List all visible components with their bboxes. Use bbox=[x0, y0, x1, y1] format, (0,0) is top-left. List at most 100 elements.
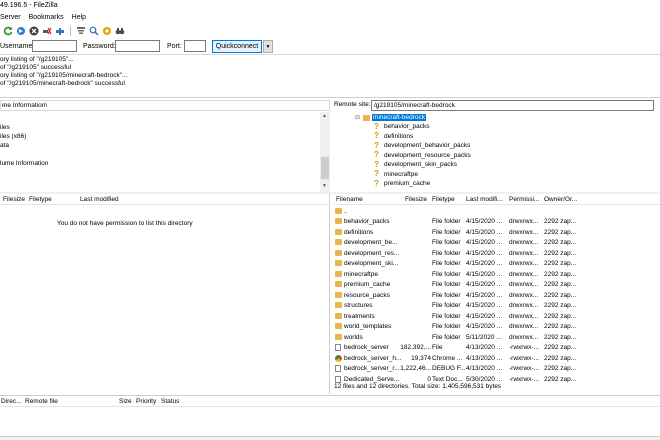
remote-tree-item[interactable]: ? premium_cache bbox=[374, 179, 430, 188]
port-input[interactable] bbox=[184, 40, 206, 52]
table-row[interactable]: development_be... File folder 4/15/2020 ..… bbox=[333, 238, 660, 249]
folder-icon bbox=[335, 302, 342, 308]
table-row[interactable]: bedrock_server_r... 1,222,46... DEBUG F...… bbox=[333, 364, 660, 375]
cell-type: File folder bbox=[432, 291, 461, 299]
column-direction[interactable]: Direc... bbox=[1, 398, 22, 405]
remote-tree-item[interactable]: ? development_resource_packs bbox=[374, 151, 471, 160]
local-site-path[interactable]: me Information\ ⌄ bbox=[0, 100, 330, 111]
local-tree-item[interactable]: lume Information bbox=[0, 160, 48, 167]
cell-owner: 2292 zap... bbox=[544, 365, 577, 372]
scroll-down-icon[interactable]: ▼ bbox=[322, 183, 327, 189]
column-filesize[interactable]: Filesize bbox=[405, 196, 427, 203]
local-tree: iles iles (x86) ata lume Information bbox=[0, 112, 330, 192]
column-remote-file[interactable]: Remote file bbox=[25, 398, 58, 405]
cell-owner: 2292 zap... bbox=[544, 239, 577, 246]
reconnect-icon[interactable] bbox=[55, 26, 65, 36]
cell-type: File folder bbox=[432, 270, 461, 278]
cell-modified: 4/15/2020 ... bbox=[466, 291, 503, 299]
table-row[interactable]: minecraftpe File folder 4/15/2020 ... drwxr… bbox=[333, 269, 660, 280]
disconnect-icon[interactable] bbox=[42, 26, 52, 36]
column-priority[interactable]: Priority bbox=[136, 398, 156, 405]
binoculars-icon[interactable] bbox=[115, 26, 125, 36]
scrollbar-thumb[interactable] bbox=[321, 157, 329, 179]
local-tree-item[interactable]: iles (x86) bbox=[0, 133, 26, 140]
folder-icon bbox=[335, 249, 342, 256]
column-permissions[interactable]: Permissi... bbox=[509, 196, 539, 203]
compare-icon[interactable] bbox=[102, 26, 112, 36]
cell-owner: 2292 zap... bbox=[544, 249, 577, 257]
column-owner-group[interactable]: Owner/Gr... bbox=[544, 196, 577, 203]
cell-perm: -rwxrwx-... bbox=[509, 354, 539, 362]
cancel-icon[interactable] bbox=[29, 26, 39, 36]
table-row[interactable]: world_templates File folder 4/15/2020 ... d… bbox=[333, 322, 660, 333]
table-row[interactable]: bedrock_server_h... 19,374 Chrome ... 4/13/… bbox=[333, 353, 660, 364]
column-filesize[interactable]: Filesize bbox=[3, 196, 25, 203]
folder-icon bbox=[335, 270, 342, 277]
table-row[interactable]: development_res... File folder 4/15/2020 .… bbox=[333, 248, 660, 259]
table-row[interactable]: treatments File folder 4/15/2020 ... drwxrw… bbox=[333, 311, 660, 322]
table-row[interactable]: development_ski... File folder 4/15/2020 .… bbox=[333, 259, 660, 270]
folder-icon bbox=[335, 239, 342, 245]
chevron-down-icon[interactable]: ⌄ bbox=[2, 102, 327, 108]
collapse-icon[interactable]: ⊟ bbox=[355, 114, 360, 121]
log-line: of "/g219105/minecraft-bedrock" successf… bbox=[0, 80, 125, 87]
remote-tree-item[interactable]: ? development_behavior_packs bbox=[374, 141, 470, 150]
cell-owner: 2292 zap... bbox=[544, 260, 577, 267]
menu-help[interactable]: Help bbox=[72, 14, 86, 21]
cell-perm: drwxrwx... bbox=[509, 291, 539, 299]
cell-modified: 4/15/2020 ... bbox=[466, 302, 503, 309]
column-filename[interactable]: Filename bbox=[336, 196, 363, 203]
refresh-icon[interactable] bbox=[3, 26, 13, 36]
cell-perm: drwxrwx... bbox=[509, 218, 539, 225]
cell-owner: 2292 zap... bbox=[544, 302, 577, 309]
table-row[interactable]: .. bbox=[333, 206, 660, 217]
remote-tree-item[interactable]: ? development_skin_packs bbox=[374, 160, 457, 169]
remote-tree-item-label: minecraftpe bbox=[384, 170, 418, 178]
quickconnect-dropdown[interactable]: ▼ bbox=[263, 40, 273, 53]
table-row[interactable]: worlds File folder 5/11/2020 ... drwxrwx...… bbox=[333, 332, 660, 343]
column-size[interactable]: Size bbox=[119, 398, 132, 405]
remote-tree-item[interactable]: ? definitions bbox=[374, 132, 413, 141]
column-last-modified[interactable]: Last modified bbox=[80, 196, 119, 203]
column-last-modified[interactable]: Last modifi... bbox=[466, 196, 503, 203]
username-input[interactable] bbox=[32, 40, 77, 52]
cell-perm: -rwxrwx-... bbox=[509, 344, 539, 351]
menu-server[interactable]: Server bbox=[0, 14, 21, 21]
column-status[interactable]: Status bbox=[161, 398, 179, 405]
table-row[interactable]: premium_cache File folder 4/15/2020 ... drw… bbox=[333, 280, 660, 291]
remote-tree-item-label: behavior_packs bbox=[384, 123, 430, 130]
process-queue-icon[interactable] bbox=[16, 26, 26, 36]
column-filetype[interactable]: Filetype bbox=[29, 196, 52, 203]
scroll-up-icon[interactable]: ▲ bbox=[322, 113, 327, 119]
local-tree-item[interactable]: ata bbox=[0, 142, 9, 149]
cell-type: File folder bbox=[432, 281, 461, 288]
unknown-folder-icon: ? bbox=[374, 150, 379, 159]
search-icon[interactable] bbox=[89, 26, 99, 36]
table-row[interactable]: bedrock_server 182,392,... File 4/13/2020 .… bbox=[333, 343, 660, 354]
quickconnect-button[interactable]: Quickconnect bbox=[212, 40, 262, 53]
password-input[interactable] bbox=[115, 40, 160, 52]
menu-bookmarks[interactable]: Bookmarks bbox=[29, 14, 64, 21]
table-row[interactable]: structures File folder 4/15/2020 ... drwxrw… bbox=[333, 301, 660, 312]
cell-perm: drwxrwx... bbox=[509, 239, 539, 246]
chevron-down-icon[interactable]: ⌄ bbox=[374, 102, 651, 110]
table-row[interactable]: resource_packs File folder 4/15/2020 ... dr… bbox=[333, 290, 660, 301]
folder-icon bbox=[335, 281, 342, 287]
table-row[interactable]: behavior_packs File folder 4/15/2020 ... dr… bbox=[333, 217, 660, 228]
cell-perm: drwxrwx... bbox=[509, 323, 539, 330]
folder-icon bbox=[335, 228, 342, 235]
folder-icon bbox=[335, 291, 342, 298]
folder-icon bbox=[363, 114, 371, 121]
filter-icon[interactable] bbox=[76, 26, 86, 36]
local-tree-item[interactable]: iles bbox=[0, 124, 10, 131]
table-row[interactable]: definitions File folder 4/15/2020 ... drwxr… bbox=[333, 227, 660, 238]
column-filetype[interactable]: Filetype bbox=[432, 196, 455, 203]
remote-tree-item[interactable]: ? minecraftpe bbox=[374, 170, 418, 179]
remote-tree-item-label: development_resource_packs bbox=[384, 151, 471, 159]
remote-tree-root[interactable]: ⊟ minecraft-bedrock bbox=[355, 113, 427, 122]
remote-tree-item[interactable]: ? behavior_packs bbox=[374, 122, 430, 131]
remote-site-input[interactable]: /g219105/minecraft-bedrock ⌄ bbox=[371, 100, 654, 111]
cell-name: worlds bbox=[344, 333, 363, 341]
local-tree-scrollbar[interactable]: ▲ ▼ bbox=[320, 112, 330, 192]
remote-status-text: 12 files and 12 directories. Total size:… bbox=[334, 383, 502, 390]
